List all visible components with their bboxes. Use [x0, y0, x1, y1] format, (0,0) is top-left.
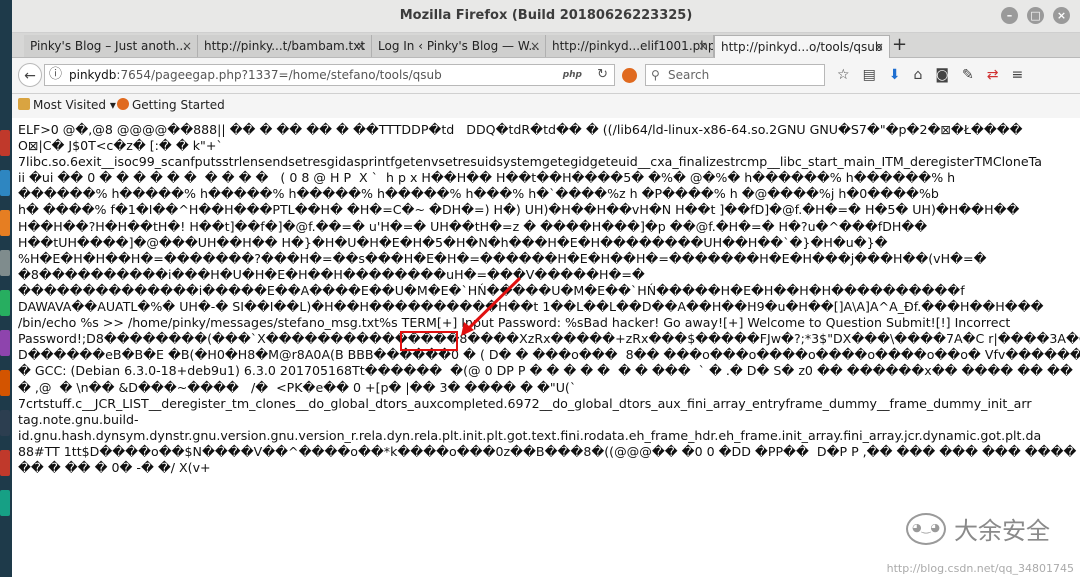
info-icon[interactable]: ⓘ [49, 65, 62, 85]
bookmarks-toolbar: Most Visited ▾ Getting Started [12, 94, 1080, 119]
close-tab-icon[interactable]: × [698, 35, 708, 57]
tab-label: http://pinky...t/bambam.txt [204, 39, 366, 53]
tab-pinkys-blog[interactable]: Pinky's Blog – Just anoth... × [24, 35, 198, 57]
watermark-url: http://blog.csdn.net/qq_34801745 [886, 562, 1074, 575]
tab-bambam[interactable]: http://pinky...t/bambam.txt × [198, 35, 372, 57]
page-content: ELF>0 @�,@8 @@@@��888|| �� � �� �� � ��T… [12, 118, 1080, 577]
tab-login[interactable]: Log In ‹ Pinky's Blog — W... × [372, 35, 546, 57]
bookmark-getting-started[interactable]: Getting Started [117, 98, 225, 112]
close-tab-icon[interactable]: × [356, 35, 366, 57]
wechat-icon: ◕‿◕ [906, 512, 946, 545]
title-bar: Mozilla Firefox (Build 20180626223325) –… [12, 0, 1080, 33]
dock-app-icon[interactable] [0, 410, 10, 436]
maximize-button[interactable]: □ [1027, 7, 1044, 24]
watermark: ◕‿◕ 大余安全 [906, 511, 1050, 546]
tab-label: http://pinkyd...elif1001.php [552, 39, 714, 53]
hackbar-icon[interactable]: ✎ [962, 67, 974, 83]
home-icon[interactable]: ⌂ [914, 67, 923, 83]
dock-app-icon[interactable] [0, 490, 10, 516]
dock-app-icon[interactable] [0, 250, 10, 276]
address-bar[interactable]: ⓘ pinkydb:7654/pageegap.php?1337=/home/s… [44, 64, 615, 86]
bookmark-label: Getting Started [132, 98, 225, 112]
dock-app-icon[interactable] [0, 130, 10, 156]
reading-list-icon[interactable]: ▤ [863, 67, 876, 83]
redirect-icon[interactable]: ⇄ [987, 67, 999, 83]
dock-app-icon[interactable] [0, 170, 10, 196]
annotation-arrow [461, 276, 522, 336]
close-tab-icon[interactable]: × [874, 36, 884, 58]
watermark-text: 大余安全 [954, 517, 1050, 545]
close-button[interactable]: × [1053, 7, 1070, 24]
tab-bar: Pinky's Blog – Just anoth... × http://pin… [12, 33, 1080, 58]
window-title: Mozilla Firefox (Build 20180626223325) [399, 8, 693, 23]
close-tab-icon[interactable]: × [530, 35, 540, 57]
firefox-addon-icon[interactable] [622, 68, 637, 83]
reload-icon[interactable]: ↻ [597, 65, 608, 85]
tab-qsub[interactable]: http://pinkyd...o/tools/qsub × [714, 35, 890, 58]
bookmark-label: Most Visited [33, 98, 107, 112]
pocket-icon[interactable]: ◙ [935, 67, 949, 83]
close-tab-icon[interactable]: × [182, 35, 192, 57]
url-path: :7654/pageegap.php?1337=/home/stefano/to… [116, 68, 442, 82]
new-tab-button[interactable]: + [892, 33, 907, 57]
navigation-toolbar: ← ⓘ pinkydb:7654/pageegap.php?1337=/home… [12, 58, 1080, 94]
dock-app-icon[interactable] [0, 330, 10, 356]
toolbar-icons: ☆ ▤ ⬇ ⌂ ◙ ✎ ⇄ ≡ [837, 67, 1023, 83]
php-badge: php [562, 70, 582, 80]
tab-label: http://pinkyd...o/tools/qsub [721, 40, 883, 54]
tab-label: Pinky's Blog – Just anoth... [30, 39, 188, 53]
search-icon: ⚲ [651, 68, 660, 82]
window-controls: – □ × [1001, 7, 1070, 24]
browser-window: Mozilla Firefox (Build 20180626223325) –… [12, 0, 1080, 577]
tab-label: Log In ‹ Pinky's Blog — W... [378, 39, 540, 53]
url-text: pinkydb:7654/pageegap.php?1337=/home/ste… [69, 65, 442, 85]
dock-app-icon[interactable] [0, 450, 10, 476]
url-host: pinkydb [69, 68, 117, 82]
bookmark-most-visited[interactable]: Most Visited ▾ [18, 98, 116, 112]
back-button[interactable]: ← [18, 63, 42, 87]
download-icon[interactable]: ⬇ [889, 67, 901, 83]
minimize-button[interactable]: – [1001, 7, 1018, 24]
bookmark-star-icon[interactable]: ☆ [837, 67, 850, 83]
search-placeholder: Search [668, 68, 710, 82]
dock-app-icon[interactable] [0, 290, 10, 316]
search-box[interactable]: ⚲ Search [645, 64, 825, 86]
dock-app-icon[interactable] [0, 210, 10, 236]
dock-app-icon[interactable] [0, 370, 10, 396]
tab-elif1001[interactable]: http://pinkyd...elif1001.php × [546, 35, 714, 57]
menu-icon[interactable]: ≡ [1011, 67, 1023, 83]
desktop-dock [0, 0, 12, 577]
firefox-icon [117, 98, 129, 110]
folder-icon [18, 98, 30, 110]
